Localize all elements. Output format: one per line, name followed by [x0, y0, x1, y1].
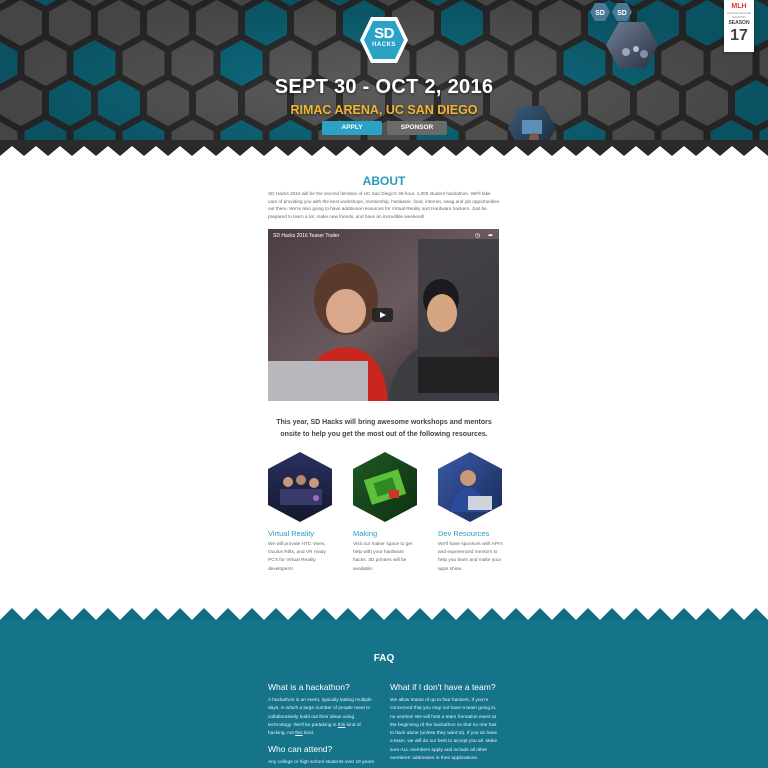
- svg-text:SD: SD: [595, 10, 605, 17]
- faq-question: What if I don't have a team?: [390, 682, 496, 692]
- video-title: SD Hacks 2016 Teaser Trailer: [273, 233, 340, 239]
- event-date: SEPT 30 - OCT 2, 2016: [274, 76, 494, 98]
- hero-header: SD SD SD HACKS SEPT 30 - OCT 2, 2016 RIM…: [0, 0, 768, 160]
- sd-hacks-small-badge-icon: SD: [612, 3, 632, 21]
- resource-title: Virtual Reality: [268, 529, 315, 538]
- faq-question: What is a hackathon?: [268, 682, 350, 692]
- dev-resources-photo-hex: [438, 452, 502, 522]
- faq-question: Who can attend?: [268, 744, 333, 755]
- apply-button[interactable]: APPLY: [322, 121, 382, 135]
- mlh-season-number: 17: [730, 27, 748, 44]
- faq-answer: A hackathon is an event, typically lasti…: [268, 698, 372, 737]
- event-photo-hex: [606, 22, 658, 68]
- mlh-sublabel: MAJOR LEAGUE HACKING: [727, 11, 751, 19]
- event-venue: RIMAC ARENA, UC SAN DIEGO: [290, 103, 478, 117]
- resource-card-making: Making Visit our maker space to get help…: [353, 452, 417, 572]
- faq-answer: Any college or high school students over…: [268, 760, 374, 766]
- svg-text:SD: SD: [617, 10, 627, 17]
- making-photo-hex: [353, 452, 417, 522]
- faq-title: FAQ: [373, 653, 395, 664]
- about-text: SD Hacks 2016 will be the second iterati…: [268, 191, 500, 219]
- faq-section: FAQ What is a hackathon? A hackathon is …: [0, 620, 768, 768]
- resource-description: Visit our maker space to get help with y…: [353, 542, 413, 572]
- clock-icon[interactable]: ◷: [475, 233, 480, 239]
- resource-description: We'll have sponsors with API's and exper…: [438, 542, 503, 572]
- mlh-trust-badge[interactable]: MLH MAJOR LEAGUE HACKING SEASON 17: [724, 0, 754, 52]
- about-title: ABOUT: [362, 174, 406, 188]
- resources-intro: This year, SD Hacks will bring awesome w…: [276, 419, 492, 438]
- sponsor-button[interactable]: SPONSOR: [387, 121, 447, 135]
- virtual-reality-photo-hex: [268, 452, 332, 522]
- mlh-label: MLH: [731, 3, 747, 10]
- resource-title: Dev Resources: [438, 529, 490, 538]
- sd-hacks-small-badge-icon: SD: [590, 3, 610, 21]
- video-player[interactable]: SD Hacks 2016 Teaser Trailer ◷ ➦: [268, 229, 499, 401]
- play-button[interactable]: [372, 308, 393, 322]
- share-icon[interactable]: ➦: [488, 233, 493, 239]
- mlh-season-label: SEASON: [728, 20, 750, 26]
- faq-column-left: What is a hackathon? A hackathon is an e…: [268, 682, 378, 768]
- faq-answer: We allow teams of up to four hackers. If…: [390, 698, 498, 762]
- video-controls: ◷ ➦: [475, 232, 493, 239]
- resource-card-virtual-reality: Virtual Reality We will provide HTC Vive…: [268, 452, 332, 572]
- resource-card-dev-resources: Dev Resources We'll have sponsors with A…: [438, 452, 503, 572]
- resource-title: Making: [353, 529, 378, 538]
- wave-divider-top: [0, 140, 768, 164]
- resource-description: We will provide HTC Vives, Oculus Rifts,…: [268, 542, 326, 572]
- faq-link-this[interactable]: this: [295, 731, 302, 736]
- logo-text: SD: [374, 25, 394, 42]
- faq-column-right: What if I don't have a team? We allow te…: [390, 682, 500, 763]
- logo-subtext: HACKS: [372, 42, 396, 48]
